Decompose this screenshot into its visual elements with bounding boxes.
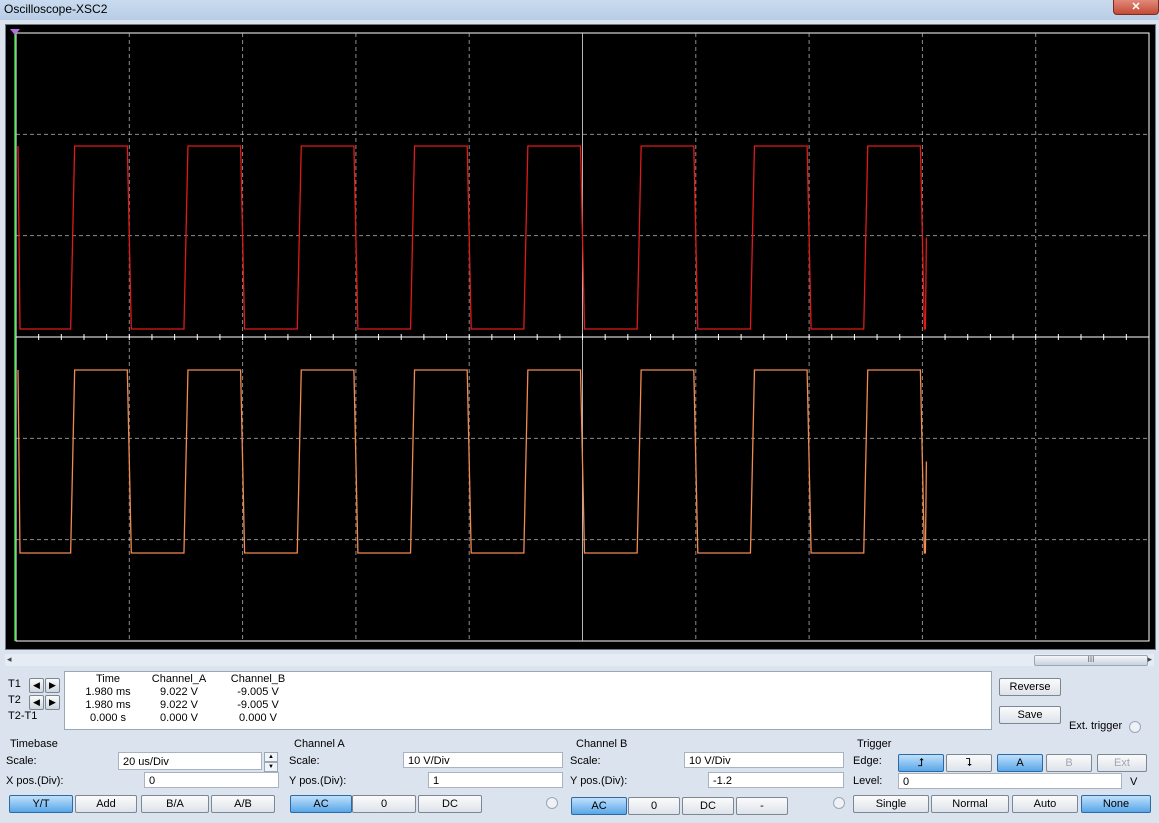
channel-a-title: Channel A (294, 738, 345, 750)
delta-time: 0.000 s (89, 712, 127, 724)
channel-b-ypos-field[interactable]: -1.2 (708, 772, 844, 788)
channel-b-ypos-label: Y pos.(Div): (570, 775, 628, 787)
ext-trigger-label: Ext. trigger (1069, 720, 1123, 732)
scroll-thumb[interactable]: III (1034, 655, 1148, 666)
channel-a-dc-button[interactable]: DC (418, 795, 482, 813)
scroll-left-icon[interactable]: ◂ (7, 654, 12, 665)
time-column: Time 1.980 ms 1.980 ms 0.000 s (73, 673, 143, 725)
trigger-source-ext-button[interactable]: Ext (1097, 754, 1147, 772)
channel-a-header: Channel_A (151, 673, 207, 685)
oscilloscope-screen[interactable] (5, 24, 1156, 650)
reverse-button[interactable]: Reverse (999, 678, 1061, 696)
channel-a-terminal[interactable] (546, 797, 558, 809)
channel-a-ypos-field[interactable]: 1 (428, 772, 563, 788)
t1-left-arrow-icon[interactable]: ◀ (29, 678, 44, 693)
channel-b-title: Channel B (576, 738, 628, 750)
trigger-source-b-button[interactable]: B (1046, 754, 1092, 772)
window-title: Oscilloscope-XSC2 (4, 2, 108, 16)
spin-up-icon[interactable]: ▲ (264, 752, 278, 762)
mode-add-button[interactable]: Add (75, 795, 137, 813)
channel-a-column: Channel_A 9.022 V 9.022 V 0.000 V (149, 673, 209, 725)
rising-edge-icon[interactable]: ⮥ (898, 754, 944, 772)
timebase-xpos-field[interactable]: 0 (144, 772, 279, 788)
trigger-single-button[interactable]: Single (853, 795, 929, 813)
channel-a-trace (17, 145, 928, 330)
channel-b-column: Channel_B -9.005 V -9.005 V 0.000 V (227, 673, 289, 725)
trigger-level-label: Level: (853, 775, 883, 787)
channel-b-minus-button[interactable]: - (736, 797, 788, 815)
channel-a-ac-button[interactable]: AC (290, 795, 352, 813)
delta-channel-a: 0.000 V (160, 712, 198, 724)
t1-time: 1.980 ms (85, 686, 131, 698)
time-header: Time (95, 673, 121, 685)
t2-channel-a: 9.022 V (160, 699, 198, 711)
t2-left-arrow-icon[interactable]: ◀ (29, 695, 44, 710)
falling-edge-icon[interactable]: ⮧ (946, 754, 992, 772)
timebase-scale-spinner[interactable]: ▲ ▼ (264, 752, 278, 772)
trigger-level-field[interactable]: 0 (898, 773, 1122, 789)
timebase-xpos-label: X pos.(Div): (6, 775, 64, 787)
waveform-display (10, 29, 1150, 642)
channel-b-trace (17, 369, 928, 554)
t2-channel-b: -9.005 V (237, 699, 279, 711)
spin-down-icon[interactable]: ▼ (264, 762, 278, 772)
title-bar: Oscilloscope-XSC2 ✕ (0, 0, 1159, 20)
timebase-scale-label: Scale: (6, 755, 37, 767)
channel-a-scale-field[interactable]: 10 V/Div (403, 752, 563, 768)
channel-b-scale-field[interactable]: 10 V/Div (684, 752, 844, 768)
cursor-readout-table: Time 1.980 ms 1.980 ms 0.000 s Channel_A… (64, 671, 992, 730)
save-button[interactable]: Save (999, 706, 1061, 724)
channel-b-dc-button[interactable]: DC (682, 797, 734, 815)
channel-a-ypos-label: Y pos.(Div): (289, 775, 347, 787)
channel-b-ac-button[interactable]: AC (571, 797, 627, 815)
timebase-title: Timebase (10, 738, 58, 750)
close-button[interactable]: ✕ (1113, 0, 1159, 15)
trigger-edge-label: Edge: (853, 755, 882, 767)
channel-a-zero-button[interactable]: 0 (352, 795, 416, 813)
channel-a-scale-label: Scale: (289, 755, 320, 767)
trigger-source-a-button[interactable]: A (997, 754, 1043, 772)
channel-b-scale-label: Scale: (570, 755, 601, 767)
trigger-title: Trigger (857, 738, 892, 750)
horizontal-scrollbar[interactable]: ◂ III ▸ (5, 654, 1154, 666)
cursor-delta-label: T2-T1 (8, 710, 38, 722)
trigger-none-button[interactable]: None (1081, 795, 1151, 813)
trigger-level-unit: V (1130, 776, 1138, 788)
t1-channel-a: 9.022 V (160, 686, 198, 698)
t2-right-arrow-icon[interactable]: ▶ (45, 695, 60, 710)
t2-time: 1.980 ms (85, 699, 131, 711)
t1-right-arrow-icon[interactable]: ▶ (45, 678, 60, 693)
channel-b-header: Channel_B (230, 673, 286, 685)
channel-b-zero-button[interactable]: 0 (628, 797, 680, 815)
trigger-auto-button[interactable]: Auto (1012, 795, 1078, 813)
timebase-scale-field[interactable]: 20 us/Div (118, 752, 262, 770)
mode-ba-button[interactable]: B/A (141, 795, 209, 813)
ext-trigger-terminal[interactable] (1129, 721, 1141, 733)
cursor-marker-icon (10, 29, 20, 35)
trigger-normal-button[interactable]: Normal (931, 795, 1009, 813)
scroll-right-icon[interactable]: ▸ (1147, 654, 1152, 665)
mode-yt-button[interactable]: Y/T (9, 795, 73, 813)
channel-b-terminal[interactable] (833, 797, 845, 809)
mode-ab-button[interactable]: A/B (211, 795, 275, 813)
delta-channel-b: 0.000 V (239, 712, 277, 724)
t1-channel-b: -9.005 V (237, 686, 279, 698)
